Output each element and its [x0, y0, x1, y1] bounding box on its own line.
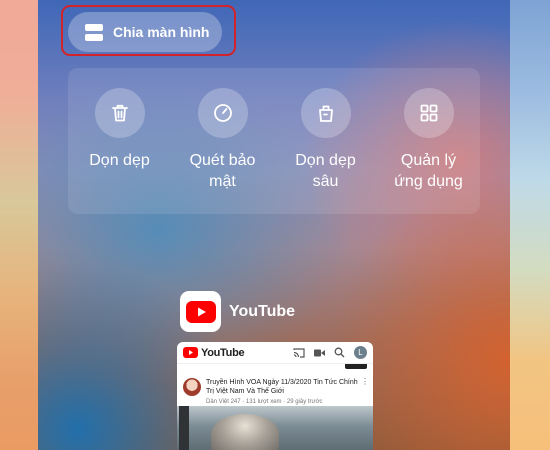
recent-app-name: YouTube	[229, 302, 296, 320]
thumbnail-lamp	[211, 414, 279, 450]
apps-grid-icon	[403, 88, 454, 138]
quick-tools-panel: Dọn dẹp Quét bảo mật Dọn dẹp sâu Quản lý…	[68, 68, 480, 214]
channel-avatar[interactable]	[183, 378, 201, 396]
deep-clean-icon	[300, 88, 351, 138]
youtube-toolbar: YouTube L	[177, 342, 373, 364]
youtube-recent-card[interactable]: YouTube L Truyền Hình VOA Ngày 11/3/2020…	[177, 342, 373, 450]
youtube-logo: YouTube	[183, 346, 245, 359]
clean-button[interactable]: Dọn dẹp	[68, 88, 171, 171]
cast-icon[interactable]	[293, 347, 305, 358]
security-scan-button[interactable]: Quét bảo mật	[171, 88, 274, 192]
recent-app-header: YouTube	[180, 291, 295, 332]
more-options-icon[interactable]: ⋮	[361, 377, 369, 386]
youtube-brand-text: YouTube	[201, 346, 245, 359]
recent-apps-screen: Chia màn hình Dọn dẹp Quét bảo mật Dọn d…	[38, 0, 510, 450]
video-title: Truyền Hình VOA Ngày 11/3/2020 Tin Tức C…	[206, 379, 358, 395]
youtube-logo-icon	[183, 347, 198, 358]
wallpaper-right-edge	[510, 0, 550, 450]
trash-icon	[94, 88, 145, 138]
video-meta: Dân Việt 247 · 131 lượt xem · 29 giây tr…	[206, 399, 323, 405]
deep-clean-label: Dọn dẹp sâu	[295, 152, 356, 190]
security-scan-label: Quét bảo mật	[189, 152, 256, 190]
security-scan-icon	[197, 88, 248, 138]
thumbnail-post	[179, 406, 189, 450]
account-avatar[interactable]: L	[354, 346, 367, 359]
clean-label: Dọn dẹp	[89, 152, 150, 169]
video-list-item[interactable]: Truyền Hình VOA Ngày 11/3/2020 Tin Tức C…	[177, 364, 373, 406]
wallpaper-left-edge	[0, 0, 38, 450]
search-icon[interactable]	[334, 347, 345, 358]
deep-clean-button[interactable]: Dọn dẹp sâu	[274, 88, 377, 192]
app-manager-label: Quản lý ứng dụng	[394, 152, 463, 190]
split-screen-highlight-box	[61, 5, 236, 56]
app-manager-button[interactable]: Quản lý ứng dụng	[377, 88, 480, 192]
youtube-app-icon[interactable]	[180, 291, 221, 332]
video-thumbnail[interactable]	[177, 406, 373, 450]
video-camera-icon[interactable]	[314, 349, 325, 357]
